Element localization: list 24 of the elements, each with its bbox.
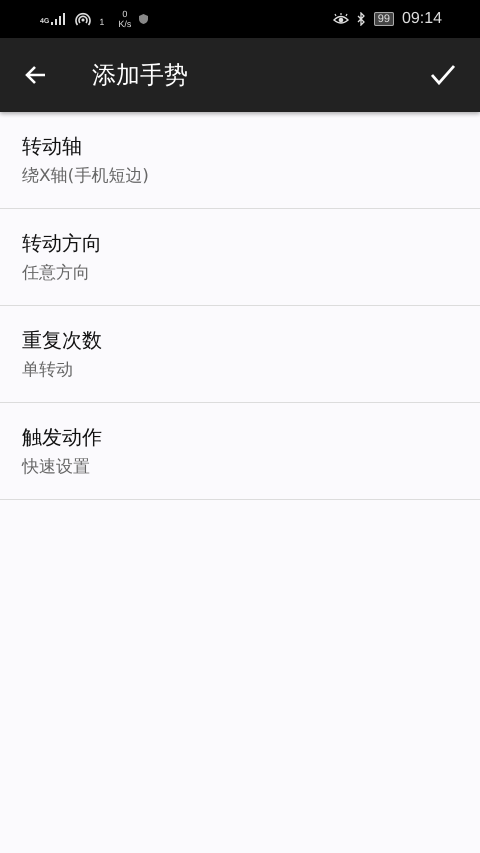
- setting-value: 任意方向: [22, 262, 91, 284]
- hotspot-count: 1: [99, 17, 104, 27]
- setting-item[interactable]: 重复次数 单转动: [0, 306, 480, 403]
- setting-title: 转动方向: [22, 230, 103, 257]
- bluetooth-icon: [356, 12, 366, 26]
- battery-level: 99: [374, 12, 394, 26]
- screen-title: 添加手势: [92, 60, 189, 91]
- checkmark-icon: [430, 64, 456, 86]
- hotspot-icon: [75, 12, 92, 26]
- setting-title: 重复次数: [22, 327, 103, 354]
- signal-icon: [51, 13, 68, 25]
- setting-item[interactable]: 转动轴 绕X轴(手机短边): [0, 112, 480, 209]
- setting-value: 绕X轴(手机短边): [22, 165, 150, 187]
- setting-title: 转动轴: [22, 133, 83, 160]
- setting-item[interactable]: 触发动作 快速设置: [0, 403, 480, 500]
- shield-icon: [139, 14, 148, 24]
- eye-icon: [332, 13, 349, 25]
- speed-value: 0: [122, 9, 128, 19]
- setting-title: 触发动作: [22, 424, 103, 451]
- speed-unit: K/s: [118, 19, 132, 29]
- setting-value: 快速设置: [22, 456, 91, 478]
- clock-time: 09:14: [402, 10, 442, 28]
- setting-value: 单转动: [22, 359, 74, 381]
- setting-item[interactable]: 转动方向 任意方向: [0, 209, 480, 306]
